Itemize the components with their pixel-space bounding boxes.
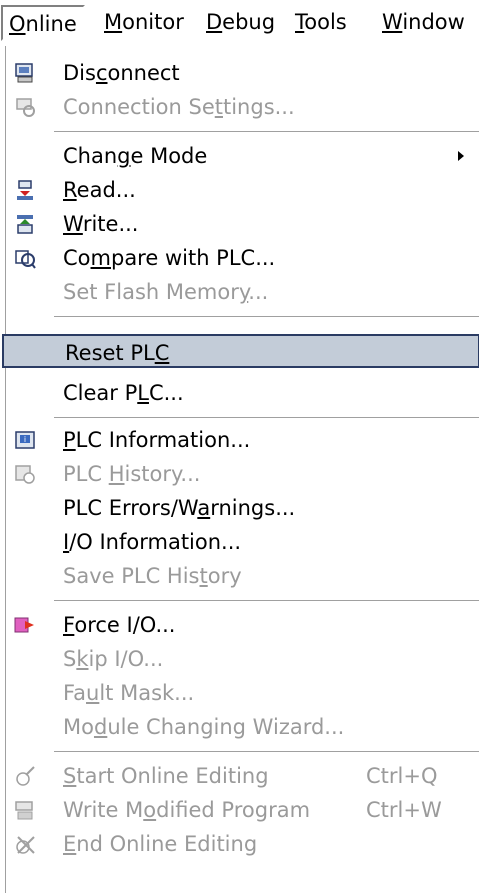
menu-item-start-online-editing: Start Online Editing Ctrl+Q (6, 759, 476, 793)
menu-bar: Online Monitor Debug Tools Window (0, 0, 479, 46)
menu-item-plc-history: PLC History... (6, 457, 476, 491)
separator (54, 417, 479, 419)
separator (54, 131, 479, 133)
plc-information-icon: i (15, 431, 35, 449)
disconnect-icon (15, 63, 33, 83)
menu-item-plc-information[interactable]: i PLC Information... (6, 423, 476, 457)
separator (54, 600, 479, 602)
menu-item-change-mode[interactable]: Change Mode (6, 139, 476, 173)
menu-item-skip-io: Skip I/O... (63, 647, 164, 671)
menu-item-disconnect[interactable]: Disconnect (6, 56, 476, 90)
menu-item-fault-mask: Fault Mask... (63, 681, 195, 705)
connection-settings-icon (16, 98, 35, 117)
menu-item-reset-plc[interactable]: Reset PLC (2, 334, 479, 368)
submenu-arrow-icon (458, 151, 464, 161)
online-dropdown-menu: Disconnect Connection Settings... Change… (2, 46, 479, 893)
menu-item-connection-settings: Connection Settings... (6, 90, 476, 124)
force-io-icon (14, 617, 34, 633)
menu-item-read[interactable]: Read... (6, 173, 476, 207)
menu-item-force-io[interactable]: Force I/O... (6, 608, 476, 642)
read-icon (17, 180, 33, 200)
menu-item-clear-plc[interactable]: Clear PLC... (6, 376, 476, 410)
separator (54, 751, 479, 753)
start-online-editing-icon (16, 766, 35, 786)
menu-item-set-flash-memory: Set Flash Memory... (63, 280, 269, 304)
menu-item-end-online-editing: End Online Editing (6, 827, 476, 861)
menu-debug[interactable]: Debug (200, 5, 281, 41)
write-icon (17, 215, 33, 234)
menu-online[interactable]: Online (1, 5, 85, 41)
menu-item-write-modified-program: Write Modified Program Ctrl+W (6, 793, 476, 827)
menu-item-module-changing-wizard: Module Changing Wizard... (63, 715, 345, 739)
separator (54, 316, 479, 318)
compare-icon (15, 250, 36, 269)
menu-monitor[interactable]: Monitor (98, 5, 190, 41)
plc-history-icon (15, 465, 35, 484)
svg-text:i: i (24, 435, 26, 444)
menu-item-write[interactable]: Write... (6, 207, 476, 241)
write-modified-program-icon (15, 801, 33, 820)
menu-window[interactable]: Window (376, 5, 471, 41)
menu-item-io-information[interactable]: I/O Information... (6, 525, 476, 559)
menu-tools[interactable]: Tools (289, 5, 353, 41)
menu-item-plc-errors-warnings[interactable]: PLC Errors/Warnings... (6, 491, 476, 525)
end-online-editing-icon (16, 836, 35, 854)
menu-item-compare-with-plc[interactable]: Compare with PLC... (6, 241, 476, 275)
menu-item-save-plc-history: Save PLC History (63, 564, 242, 588)
